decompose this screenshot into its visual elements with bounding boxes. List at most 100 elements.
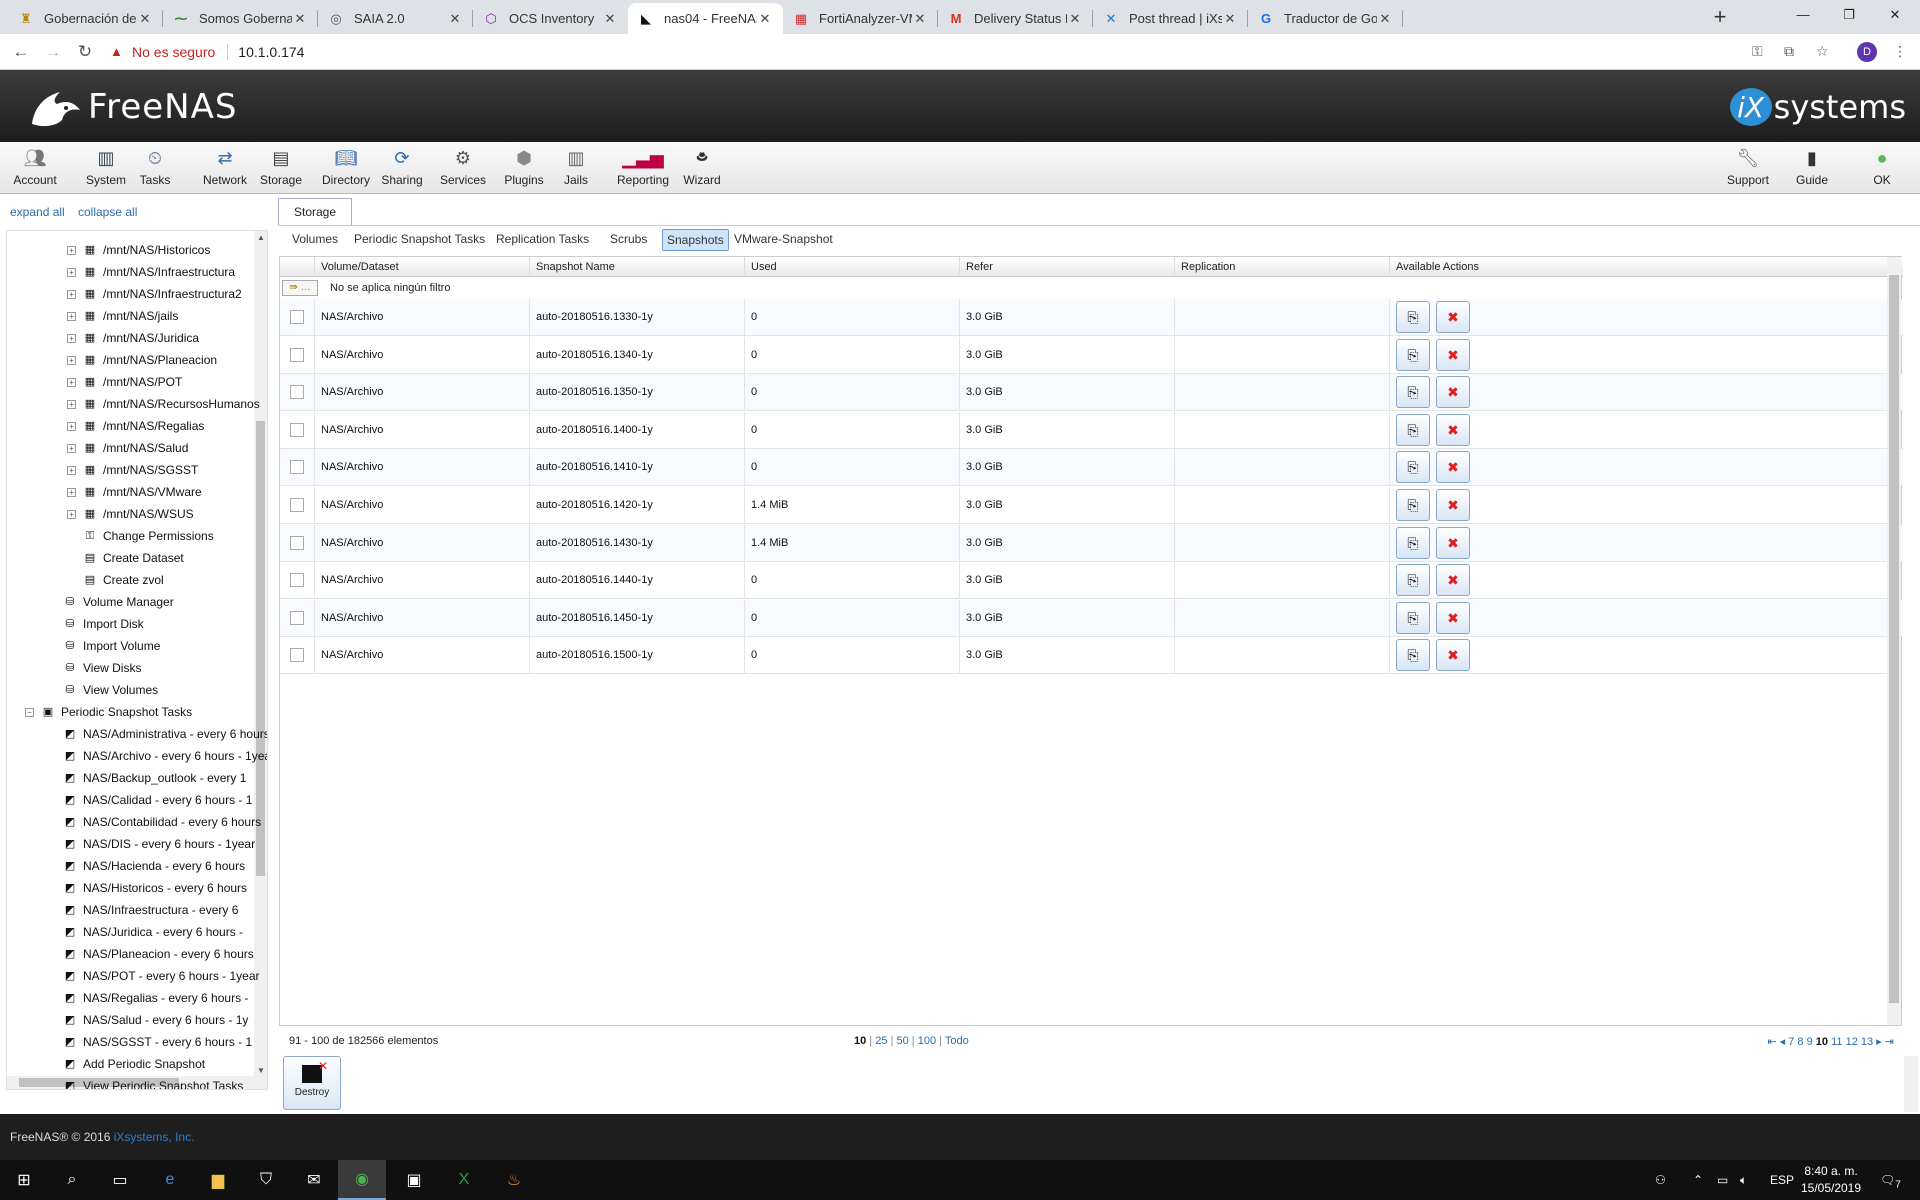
table-row[interactable]: NAS/Archivo auto-20180516.1340-1y 0 3.0 GiB… bbox=[280, 336, 1903, 374]
destroy-snapshot-button[interactable]: ✖ bbox=[1436, 376, 1470, 409]
tree-item[interactable]: + ▦ /mnt/NAS/Infraestructura2 bbox=[67, 283, 242, 305]
row-checkbox[interactable] bbox=[290, 422, 304, 437]
clone-snapshot-button[interactable]: ⎘ bbox=[1396, 413, 1430, 446]
destroy-snapshot-button[interactable]: ✖ bbox=[1436, 526, 1470, 559]
profile-avatar[interactable]: D bbox=[1857, 42, 1877, 62]
tree-item[interactable]: ⛁ View Volumes bbox=[63, 679, 158, 701]
tree-item[interactable]: ▤ Create zvol bbox=[83, 569, 164, 591]
destroy-snapshot-button[interactable]: ✖ bbox=[1436, 338, 1470, 371]
mail-icon[interactable]: ✉ bbox=[290, 1160, 338, 1200]
browser-tab[interactable]: ▦ FortiAnalyzer-VM64: 10✕ bbox=[783, 3, 938, 34]
tree-item[interactable]: ◩ NAS/DIS - every 6 hours - 1year bbox=[63, 833, 255, 855]
browser-tab[interactable]: ⁓ Somos Gobernación de Risaralda✕ bbox=[163, 3, 318, 34]
table-row[interactable]: NAS/Archivo auto-20180516.1410-1y 0 3.0 GiB… bbox=[280, 449, 1903, 487]
back-icon[interactable]: ← bbox=[8, 39, 34, 65]
tree-expander-icon[interactable]: + bbox=[67, 487, 76, 497]
people-icon[interactable]: ⚇ bbox=[1655, 1160, 1666, 1200]
page-link[interactable]: 11 bbox=[1831, 1036, 1842, 1048]
network-icon[interactable]: ▭ bbox=[1717, 1160, 1728, 1200]
clock[interactable]: 8:40 a. m. 15/05/2019 bbox=[1798, 1163, 1864, 1197]
browser-tab[interactable]: G Traductor de Google✕ bbox=[1248, 3, 1403, 34]
page-size-option[interactable]: 25 bbox=[875, 1035, 887, 1047]
tree-item[interactable]: ⛁ Import Volume bbox=[63, 635, 160, 657]
table-row[interactable]: NAS/Archivo auto-20180516.1430-1y 1.4 MiB 3… bbox=[280, 524, 1903, 562]
page-link[interactable]: 13 bbox=[1861, 1036, 1873, 1048]
column-header[interactable]: Replication bbox=[1174, 257, 1389, 277]
page-link[interactable]: 12 bbox=[1846, 1036, 1858, 1048]
tree-expander-icon[interactable]: + bbox=[67, 289, 76, 299]
destroy-snapshot-button[interactable]: ✖ bbox=[1436, 451, 1470, 484]
tab-close-icon[interactable]: ✕ bbox=[292, 11, 308, 27]
company-link[interactable]: iXsystems, Inc. bbox=[114, 1130, 195, 1144]
restore-icon[interactable]: ❐ bbox=[1826, 0, 1872, 30]
tree-expander-icon[interactable]: + bbox=[67, 333, 76, 343]
clone-snapshot-button[interactable]: ⎘ bbox=[1396, 564, 1430, 597]
close-window-icon[interactable]: ✕ bbox=[1872, 0, 1918, 30]
tree-item[interactable]: + ▦ /mnt/NAS/jails bbox=[67, 305, 178, 327]
destroy-snapshot-button[interactable]: ✖ bbox=[1436, 301, 1470, 333]
page-link[interactable]: 9 bbox=[1807, 1036, 1813, 1048]
tray-chevron-icon[interactable]: ⌃ bbox=[1693, 1160, 1703, 1200]
minimize-icon[interactable]: — bbox=[1780, 0, 1826, 30]
toolbar-guide-button[interactable]: ▮ Guide bbox=[1782, 146, 1842, 192]
windows-start-icon[interactable]: ⊞ bbox=[0, 1160, 48, 1200]
scroll-up-icon[interactable]: ▲ bbox=[257, 233, 265, 242]
column-header[interactable]: Snapshot Name bbox=[529, 257, 744, 277]
toolbar-account-button[interactable]: 👥︎ Account bbox=[6, 146, 64, 192]
row-checkbox[interactable] bbox=[290, 498, 304, 512]
browser-tab[interactable]: ◎ SAIA 2.0 ✕ bbox=[318, 3, 473, 34]
tree-item[interactable]: ⛁ View Disks bbox=[63, 657, 141, 679]
tree-expander-icon[interactable]: + bbox=[67, 443, 76, 453]
expand-all-link[interactable]: expand all bbox=[10, 205, 65, 219]
destroy-snapshot-button[interactable]: ✖ bbox=[1436, 564, 1470, 597]
first-page-icon[interactable]: ⇤ bbox=[1767, 1036, 1779, 1048]
tree-item[interactable]: + ▦ /mnt/NAS/WSUS bbox=[67, 503, 194, 525]
tree-expander-icon[interactable]: + bbox=[67, 267, 76, 277]
row-checkbox[interactable] bbox=[290, 347, 304, 362]
tab-close-icon[interactable]: ✕ bbox=[1222, 11, 1238, 27]
tree-expander-icon[interactable]: + bbox=[67, 509, 76, 519]
tree-expander-icon[interactable]: + bbox=[67, 399, 76, 409]
table-row[interactable]: NAS/Archivo auto-20180516.1350-1y 0 3.0 GiB… bbox=[280, 374, 1903, 412]
table-row[interactable]: NAS/Archivo auto-20180516.1400-1y 0 3.0 GiB… bbox=[280, 411, 1903, 449]
destroy-snapshot-button[interactable]: ✖ bbox=[1436, 413, 1470, 446]
collapse-all-link[interactable]: collapse all bbox=[78, 205, 137, 219]
bookmark-star-icon[interactable]: ☆ bbox=[1816, 43, 1829, 60]
clone-snapshot-button[interactable]: ⎘ bbox=[1396, 601, 1430, 634]
tree-expander-icon[interactable]: + bbox=[67, 245, 76, 255]
subtab-volumes[interactable]: Volumes bbox=[288, 229, 342, 251]
tree-item[interactable]: ⚿ Change Permissions bbox=[83, 525, 214, 547]
filter-icon[interactable]: ⇛ … bbox=[282, 280, 318, 296]
column-header[interactable]: Available Actions bbox=[1389, 257, 1661, 277]
table-row[interactable]: NAS/Archivo auto-20180516.1440-1y 0 3.0 GiB… bbox=[280, 562, 1903, 600]
toolbar-reporting-button[interactable]: ▁▃▅ Reporting bbox=[608, 146, 678, 192]
clone-snapshot-button[interactable]: ⎘ bbox=[1396, 376, 1430, 409]
subtab-vmware-snapshot[interactable]: VMware-Snapshot bbox=[730, 229, 837, 251]
browser-tab[interactable]: ✕Post thread | iXsystems✕ bbox=[1093, 3, 1248, 34]
browser-tab[interactable]: ♜ Gobernación de Risaralda✕ bbox=[8, 3, 163, 34]
language-indicator[interactable]: ESP bbox=[1770, 1160, 1794, 1200]
tree-item[interactable]: ▤ Create Dataset bbox=[83, 547, 184, 569]
tree-expander-icon[interactable]: + bbox=[67, 377, 76, 387]
tree-item[interactable]: ◩ NAS/Historicos - every 6 hours bbox=[63, 877, 247, 899]
subtab-scrubs[interactable]: Scrubs bbox=[606, 229, 651, 251]
clone-snapshot-button[interactable]: ⎘ bbox=[1396, 489, 1430, 521]
omnibox[interactable]: ▲ No es seguro 10.1.0.174 bbox=[110, 38, 1800, 66]
clone-snapshot-button[interactable]: ⎘ bbox=[1396, 526, 1430, 559]
prev-page-icon[interactable]: ◂ bbox=[1780, 1036, 1789, 1048]
tree-expander-icon[interactable]: − bbox=[25, 707, 34, 717]
toolbar-services-button[interactable]: ⚙︎ Services bbox=[432, 146, 494, 192]
toolbar-storage-button[interactable]: ▤ Storage bbox=[250, 146, 312, 192]
tree-item[interactable]: ◩ NAS/Regalias - every 6 hours - bbox=[63, 987, 249, 1009]
toolbar-tasks-button[interactable]: ⏲︎ Tasks bbox=[130, 146, 180, 192]
terminal-icon[interactable]: ▣ bbox=[390, 1160, 438, 1200]
tree-expander-icon[interactable]: + bbox=[67, 311, 76, 321]
chrome-icon[interactable]: ◉ bbox=[338, 1160, 386, 1200]
tree-item[interactable]: ◩ NAS/POT - every 6 hours - 1year bbox=[63, 965, 260, 987]
grid-scroll-thumb[interactable] bbox=[1889, 275, 1899, 1003]
app-flame-icon[interactable]: ♨ bbox=[490, 1160, 538, 1200]
tab-close-icon[interactable]: ✕ bbox=[1377, 11, 1393, 27]
tree-item[interactable]: ◩ View Periodic Snapshot Tasks bbox=[63, 1075, 244, 1089]
toolbar-jails-button[interactable]: ▥ Jails bbox=[552, 146, 600, 192]
toolbar-plugins-button[interactable]: ⬢ Plugins bbox=[492, 146, 556, 192]
